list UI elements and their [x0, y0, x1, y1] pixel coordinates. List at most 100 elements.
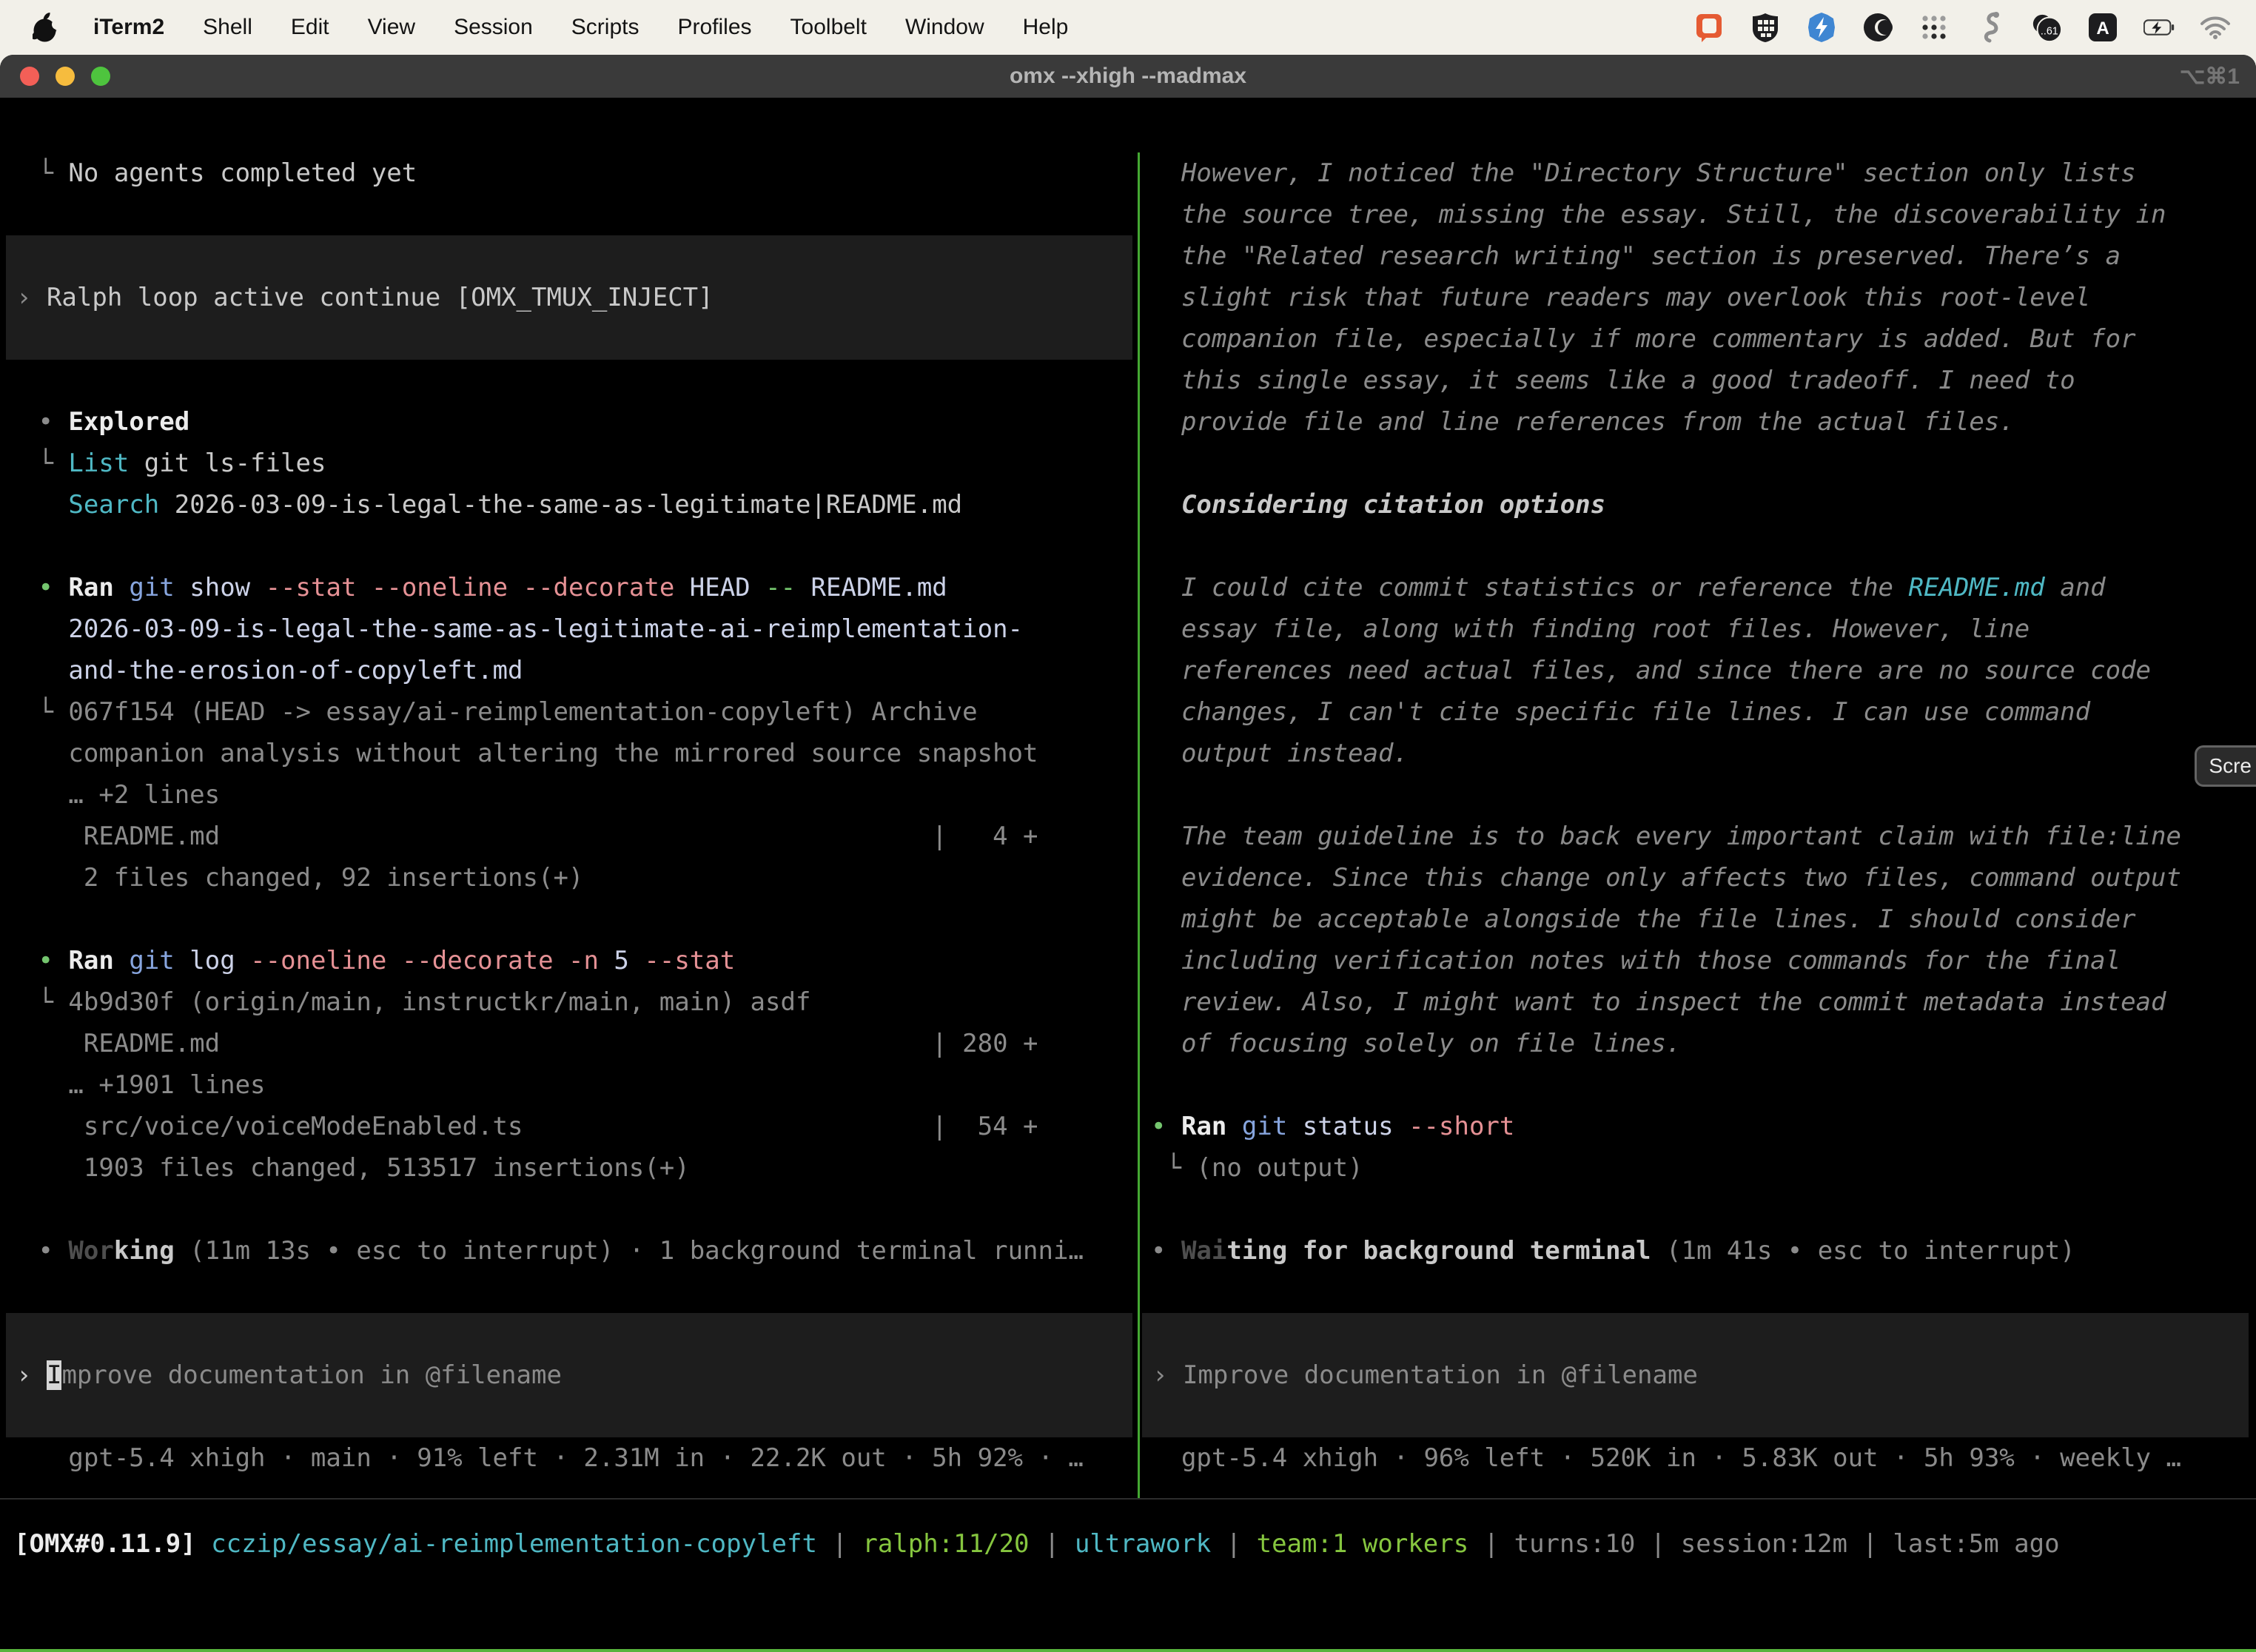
- menu-item-help[interactable]: Help: [1023, 15, 1069, 40]
- a-key-icon[interactable]: A: [2087, 12, 2118, 43]
- menu-item-edit[interactable]: Edit: [291, 15, 329, 40]
- terminal-line: └ 4b9d30f (origin/main, instructkr/main,…: [0, 981, 1138, 1023]
- terminal-blank-line: [0, 194, 1138, 235]
- terminal-blank-line: [0, 899, 1138, 940]
- screenshot-overlay-tab[interactable]: Scre: [2195, 745, 2256, 787]
- terminal-line: However, I noticed the "Directory Struct…: [1141, 152, 2256, 194]
- terminal-line: gpt-5.4 xhigh · main · 91% left · 2.31M …: [0, 1437, 1138, 1479]
- terminal-line: src/voice/voiceModeEnabled.ts | 54 +: [0, 1106, 1138, 1147]
- terminal-line: README.md | 280 +: [0, 1023, 1138, 1064]
- terminal-area[interactable]: └ No agents completed yet › Ralph loop ac…: [0, 152, 2256, 1652]
- terminal-blank-line: [1141, 1272, 2256, 1313]
- terminal-line: • Explored: [0, 401, 1138, 443]
- menu-item-toolbelt[interactable]: Toolbelt: [790, 15, 867, 40]
- menu-item-session[interactable]: Session: [454, 15, 533, 40]
- menu-item-profiles[interactable]: Profiles: [677, 15, 751, 40]
- menu-item-shell[interactable]: Shell: [203, 15, 252, 40]
- dots-grid-icon[interactable]: [1918, 12, 1950, 43]
- terminal-blank-line: [1141, 1064, 2256, 1106]
- terminal-line: changes, I can't cite specific file line…: [1141, 691, 2256, 733]
- terminal-blank-line: [0, 1189, 1138, 1230]
- battery-charging-icon[interactable]: [2143, 12, 2175, 43]
- menu-items: iTerm2 Shell Edit View Session Scripts Profile…: [93, 15, 1068, 40]
- terminal-line: slight risk that future readers may over…: [1141, 277, 2256, 318]
- pane-divider-horizontal: [0, 1498, 2256, 1500]
- composer-box: › Improve documentation in @filename: [6, 1313, 1132, 1437]
- terminal-line: of focusing solely on file lines.: [1141, 1023, 2256, 1064]
- terminal-blank-line: [0, 360, 1138, 401]
- close-button[interactable]: [20, 67, 39, 86]
- screenshot-overlay-label: Scre: [2209, 754, 2252, 778]
- terminal-line: references need actual files, and since …: [1141, 650, 2256, 691]
- terminal-line: └ 067f154 (HEAD -> essay/ai-reimplementa…: [0, 691, 1138, 733]
- terminal-blank-line: [0, 526, 1138, 567]
- terminal-line: Considering citation options: [1141, 484, 2256, 526]
- a-key-label: A: [2096, 19, 2109, 38]
- terminal-line: the source tree, missing the essay. Stil…: [1141, 194, 2256, 235]
- shield-grid-icon[interactable]: [1750, 12, 1781, 43]
- terminal-line: └ (no output): [1141, 1147, 2256, 1189]
- tmux-status-bar: [omx-cczip0:bash* "MacBook-Pro-44.local"…: [0, 1649, 2256, 1652]
- window-titlebar[interactable]: omx --xhigh --madmax ⌥⌘1: [0, 55, 2256, 98]
- terminal-line: might be acceptable alongside the file l…: [1141, 899, 2256, 940]
- composer-box: › Improve documentation in @filename: [1142, 1313, 2249, 1437]
- window-title: omx --xhigh --madmax: [0, 64, 2256, 89]
- omx-status-line: [OMX#0.11.9] cczip/essay/ai-reimplementa…: [0, 1523, 2256, 1565]
- terminal-line: this single essay, it seems like a good …: [1141, 360, 2256, 401]
- terminal-line: … +2 lines: [0, 774, 1138, 816]
- terminal-line: including verification notes with those …: [1141, 940, 2256, 981]
- terminal-line: • Ran git show --stat --oneline --decora…: [0, 567, 1138, 608]
- terminal-line: • Ran git status --short: [1141, 1106, 2256, 1147]
- composer-box: › Ralph loop active continue [OMX_TMUX_I…: [6, 235, 1132, 360]
- left-terminal-pane[interactable]: └ No agents completed yet › Ralph loop ac…: [0, 152, 1138, 1479]
- terminal-line: evidence. Since this change only affects…: [1141, 857, 2256, 899]
- hook-icon[interactable]: [1975, 12, 2006, 43]
- pane-separator: [1138, 152, 1140, 1498]
- terminal-line: 1903 files changed, 513517 insertions(+): [0, 1147, 1138, 1189]
- terminal-line: gpt-5.4 xhigh · 96% left · 520K in · 5.8…: [1141, 1437, 2256, 1479]
- terminal-line: provide file and line references from th…: [1141, 401, 2256, 443]
- macos-menu-bar: iTerm2 Shell Edit View Session Scripts Profile…: [0, 0, 2256, 55]
- terminal-line: review. Also, I might want to inspect th…: [1141, 981, 2256, 1023]
- minimize-button[interactable]: [56, 67, 75, 86]
- terminal-line: essay file, along with finding root file…: [1141, 608, 2256, 650]
- terminal-line: └ No agents completed yet: [0, 152, 1138, 194]
- terminal-line: 2026-03-09-is-legal-the-same-as-legitima…: [0, 608, 1138, 650]
- terminal-line: README.md | 4 +: [0, 816, 1138, 857]
- c-circle-icon[interactable]: [1862, 12, 1893, 43]
- terminal-line: • Ran git log --oneline --decorate -n 5 …: [0, 940, 1138, 981]
- menu-item-iterm2[interactable]: iTerm2: [93, 15, 164, 40]
- right-terminal-pane[interactable]: However, I noticed the "Directory Struct…: [1141, 152, 2256, 1479]
- iterm2-window: omx --xhigh --madmax ⌥⌘1 └ No agents com…: [0, 55, 2256, 1652]
- terminal-line: Search 2026-03-09-is-legal-the-same-as-l…: [0, 484, 1138, 526]
- terminal-line: • Working (11m 13s • esc to interrupt) ·…: [0, 1230, 1138, 1272]
- zoom-button[interactable]: [91, 67, 110, 86]
- tab-shortcut-badge: ⌥⌘1: [2180, 55, 2240, 98]
- terminal-line: └ List git ls-files: [0, 443, 1138, 484]
- terminal-line: I could cite commit statistics or refere…: [1141, 567, 2256, 608]
- wifi-icon[interactable]: [2200, 12, 2231, 43]
- terminal-line: and-the-erosion-of-copyleft.md: [0, 650, 1138, 691]
- terminal-line: 2 files changed, 92 insertions(+): [0, 857, 1138, 899]
- menu-item-window[interactable]: Window: [905, 15, 984, 40]
- terminal-line: The team guideline is to back every impo…: [1141, 816, 2256, 857]
- terminal-line: companion file, especially if more comme…: [1141, 318, 2256, 360]
- terminal-line: … +1901 lines: [0, 1064, 1138, 1106]
- apple-menu-icon[interactable]: [33, 13, 58, 42]
- chat-bubble-icon[interactable]: [1693, 12, 1725, 43]
- menu-item-scripts[interactable]: Scripts: [571, 15, 639, 40]
- coin-badge-label: ..61: [2041, 26, 2058, 38]
- terminal-blank-line: [1141, 443, 2256, 484]
- terminal-line: • Waiting for background terminal (1m 41…: [1141, 1230, 2256, 1272]
- coin-badge-icon[interactable]: ..61: [2031, 12, 2062, 43]
- terminal-line: the "Related research writing" section i…: [1141, 235, 2256, 277]
- menu-status-icons: ..61 A: [1693, 12, 2231, 43]
- terminal-blank-line: [1141, 526, 2256, 567]
- terminal-line: output instead.: [1141, 733, 2256, 774]
- lightning-badge-icon[interactable]: [1806, 12, 1837, 43]
- terminal-blank-line: [1141, 1189, 2256, 1230]
- terminal-blank-line: [0, 1272, 1138, 1313]
- terminal-blank-line: [1141, 774, 2256, 816]
- terminal-line: companion analysis without altering the …: [0, 733, 1138, 774]
- menu-item-view[interactable]: View: [368, 15, 415, 40]
